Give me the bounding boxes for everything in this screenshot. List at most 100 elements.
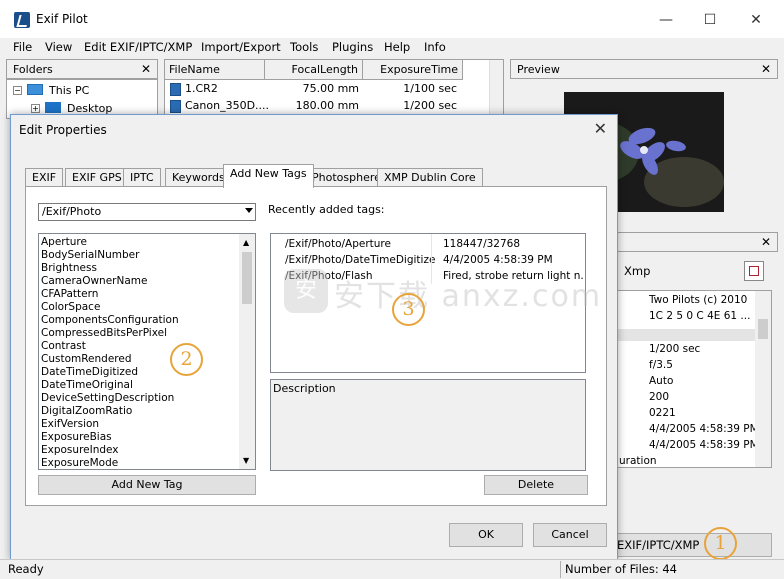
- tag-item[interactable]: ExposureBias: [39, 431, 239, 444]
- dialog-title: Edit Properties: [19, 123, 107, 137]
- title-bar: Exif Pilot — ☐ ✕: [0, 0, 784, 38]
- tab-xmp[interactable]: Xmp: [624, 264, 650, 278]
- property-label: uration: [619, 455, 657, 467]
- ok-button[interactable]: OK: [449, 523, 523, 547]
- tab-photosphere[interactable]: Photosphere: [305, 168, 388, 187]
- scroll-up-icon[interactable]: ▲: [243, 238, 249, 247]
- preview-title: Preview: [517, 63, 560, 76]
- tag-item[interactable]: ExposureMode: [39, 457, 239, 470]
- menu-plugins[interactable]: Plugins: [332, 40, 373, 54]
- file-focal: 75.00 mm: [302, 82, 359, 95]
- edit-icon[interactable]: [744, 261, 764, 281]
- menu-info[interactable]: Info: [424, 40, 446, 54]
- file-name: 1.CR2: [185, 82, 218, 95]
- tag-item[interactable]: CFAPattern: [39, 288, 239, 301]
- column-filename[interactable]: FileName: [165, 60, 265, 80]
- callout-badge-3: 3: [392, 293, 425, 326]
- tab-page-add-new-tags: /Exif/Photo Aperture BodySerialNumber Br…: [25, 186, 607, 506]
- file-row[interactable]: Canon_350D.... 180.00 mm 1/200 sec: [165, 98, 463, 115]
- properties-scrollbar[interactable]: [755, 291, 771, 467]
- cancel-button[interactable]: Cancel: [533, 523, 607, 547]
- dialog-close-icon[interactable]: ✕: [594, 119, 607, 138]
- tab-exif-gps[interactable]: EXIF GPS: [65, 168, 129, 187]
- close-icon[interactable]: ✕: [744, 8, 768, 32]
- tag-item[interactable]: CompressedBitsPerPixel: [39, 327, 239, 340]
- tag-item[interactable]: ExposureIndex: [39, 444, 239, 457]
- recent-tag-row[interactable]: /Exif/Photo/DateTimeDigitized 4/4/2005 4…: [271, 252, 585, 268]
- menu-help[interactable]: Help: [384, 40, 410, 54]
- tag-item[interactable]: BodySerialNumber: [39, 249, 239, 262]
- properties-panel-header: ✕: [616, 232, 778, 252]
- tag-item[interactable]: CustomRendered: [39, 353, 239, 366]
- path-select-value: /Exif/Photo: [42, 205, 102, 218]
- menu-view[interactable]: View: [45, 40, 72, 54]
- column-exposuretime[interactable]: ExposureTime: [363, 60, 463, 80]
- tag-item[interactable]: DateTimeDigitized: [39, 366, 239, 379]
- folders-title: Folders: [13, 63, 53, 76]
- file-focal: 180.00 mm: [295, 99, 359, 112]
- properties-close-icon[interactable]: ✕: [761, 235, 771, 249]
- tab-xmp-dublin-core[interactable]: XMP Dublin Core: [377, 168, 483, 187]
- tab-add-new-tags[interactable]: Add New Tags: [223, 164, 314, 188]
- tag-list-items: Aperture BodySerialNumber Brightness Cam…: [39, 236, 239, 470]
- tag-item[interactable]: Brightness: [39, 262, 239, 275]
- tag-item[interactable]: DigitalZoomRatio: [39, 405, 239, 418]
- image-file-icon: [170, 100, 181, 113]
- scroll-thumb[interactable]: [242, 252, 252, 304]
- expand-icon[interactable]: +: [31, 104, 40, 113]
- tag-item[interactable]: Contrast: [39, 340, 239, 353]
- tag-item[interactable]: DateTimeOriginal: [39, 379, 239, 392]
- group-separator: [617, 329, 757, 341]
- tag-item[interactable]: ExifVersion: [39, 418, 239, 431]
- file-list: FileName FocalLength ExposureTime 1.CR2 …: [164, 59, 504, 119]
- tab-exif[interactable]: EXIF: [25, 168, 64, 187]
- preview-close-icon[interactable]: ✕: [761, 62, 771, 76]
- file-count: Number of Files: 44: [565, 562, 677, 576]
- callout-badge-2: 2: [170, 343, 203, 376]
- tag-item[interactable]: ComponentsConfiguration: [39, 314, 239, 327]
- path-select[interactable]: /Exif/Photo: [38, 203, 256, 221]
- menu-import-export[interactable]: Import/Export: [201, 40, 281, 54]
- menu-edit[interactable]: Edit EXIF/IPTC/XMP: [84, 40, 192, 54]
- folder-tree: − This PC + Desktop: [6, 79, 158, 119]
- recent-tag-path: /Exif/Photo/Aperture: [285, 238, 391, 250]
- recent-tag-row[interactable]: /Exif/Photo/Aperture 118447/32768: [271, 236, 585, 252]
- app-title: Exif Pilot: [36, 12, 88, 26]
- property-value: Auto: [649, 375, 674, 387]
- edit-exif-button[interactable]: EXIF/IPTC/XMP: [614, 533, 772, 557]
- tag-item[interactable]: Aperture: [39, 236, 239, 249]
- file-name: Canon_350D....: [185, 99, 270, 112]
- tag-item[interactable]: DeviceSettingDescription: [39, 392, 239, 405]
- scroll-down-icon[interactable]: ▼: [243, 456, 249, 465]
- expand-icon[interactable]: −: [13, 86, 22, 95]
- tree-item-this-pc[interactable]: This PC: [49, 84, 89, 97]
- scroll-thumb[interactable]: [758, 319, 768, 339]
- maximize-icon[interactable]: ☐: [698, 8, 722, 32]
- minimize-icon[interactable]: —: [654, 8, 678, 32]
- property-value: 200: [649, 391, 670, 403]
- folders-panel-header: Folders ✕: [6, 59, 158, 79]
- file-row[interactable]: 1.CR2 75.00 mm 1/100 sec: [165, 81, 463, 98]
- file-list-scrollbar[interactable]: [489, 60, 503, 118]
- delete-button[interactable]: Delete: [484, 475, 588, 495]
- app-icon: [14, 12, 30, 28]
- status-divider: [560, 561, 561, 578]
- menu-tools[interactable]: Tools: [290, 40, 318, 54]
- file-exposure: 1/200 sec: [403, 99, 457, 112]
- watermark-text: 安下载 anxz.com: [334, 279, 603, 314]
- callout-badge-1: 1: [704, 527, 737, 560]
- recent-tag-value: 4/4/2005 4:58:39 PM: [443, 254, 553, 266]
- properties-list: Two Pilots (c) 2010 1C 2 5 0 C 4E 61 ...…: [616, 290, 772, 468]
- column-focallength[interactable]: FocalLength: [265, 60, 363, 80]
- folders-close-icon[interactable]: ✕: [141, 62, 151, 76]
- tab-keywords[interactable]: Keywords: [165, 168, 232, 187]
- add-new-tag-button[interactable]: Add New Tag: [38, 475, 256, 495]
- tag-list[interactable]: Aperture BodySerialNumber Brightness Cam…: [38, 233, 256, 470]
- menu-file[interactable]: File: [13, 40, 32, 54]
- properties-toolbar: Xmp: [616, 252, 778, 288]
- tag-item[interactable]: CameraOwnerName: [39, 275, 239, 288]
- tag-list-scrollbar[interactable]: ▲ ▼: [239, 234, 255, 469]
- property-value: f/3.5: [649, 359, 673, 371]
- tab-iptc[interactable]: IPTC: [123, 168, 161, 187]
- tag-item[interactable]: ColorSpace: [39, 301, 239, 314]
